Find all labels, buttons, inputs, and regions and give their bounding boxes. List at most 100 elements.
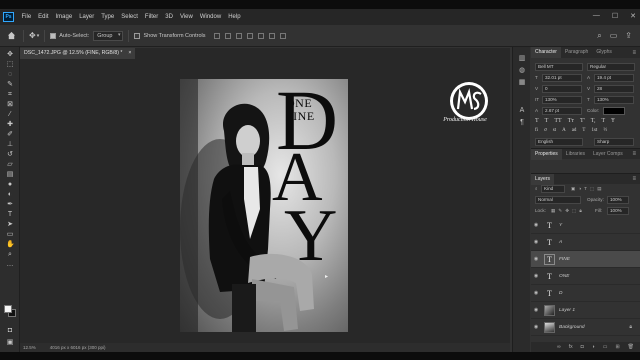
layer-row-background[interactable]: ◉ Background 🔒︎: [531, 319, 640, 336]
close-tab-icon[interactable]: ×: [128, 48, 131, 59]
align-middle-icon[interactable]: [257, 32, 264, 39]
underline-button[interactable]: T: [601, 118, 605, 124]
paragraph-panel-icon[interactable]: ¶: [518, 119, 526, 127]
panel-menu-icon[interactable]: ≡: [632, 176, 636, 182]
new-group-icon[interactable]: ▭: [603, 344, 608, 350]
fractions-button[interactable]: ½: [603, 128, 607, 133]
small-caps-button[interactable]: Tт: [568, 118, 574, 124]
layer-row-a[interactable]: ◉ T A: [531, 234, 640, 251]
fx-icon[interactable]: fx: [569, 344, 573, 350]
workspace-icon[interactable]: ▭: [610, 31, 618, 41]
gradient-tool-icon[interactable]: ▤: [6, 171, 14, 178]
visibility-eye-icon[interactable]: ◉: [531, 290, 541, 296]
lasso-tool-icon[interactable]: ◌: [6, 71, 14, 78]
menu-select[interactable]: Select: [118, 14, 142, 20]
superscript-button[interactable]: T': [580, 118, 585, 124]
link-layers-icon[interactable]: ∞: [557, 344, 561, 350]
blur-tool-icon[interactable]: ●: [6, 181, 14, 188]
history-panel-icon[interactable]: ▥: [518, 55, 526, 63]
font-size-field[interactable]: 32.01 pt: [542, 74, 582, 82]
all-caps-button[interactable]: TT: [554, 118, 561, 124]
delete-layer-icon[interactable]: 🗑︎: [628, 344, 634, 350]
clone-stamp-icon[interactable]: ⊥: [6, 141, 14, 148]
close-icon[interactable]: ✕: [630, 12, 636, 20]
font-style-dropdown[interactable]: Regular: [587, 63, 635, 71]
photoshop-app-icon[interactable]: Ps: [3, 12, 14, 22]
document-canvas[interactable]: ONE FINE D A Y: [180, 79, 348, 332]
eyedropper-tool-icon[interactable]: ⁄: [6, 111, 14, 118]
visibility-eye-icon[interactable]: ◉: [531, 324, 541, 330]
artboard-tool-icon[interactable]: ⬚: [6, 61, 14, 68]
filter-kind-dropdown[interactable]: Kind: [541, 185, 565, 193]
opacity-field[interactable]: 100%: [607, 196, 629, 204]
maximize-icon[interactable]: ☐: [612, 12, 618, 20]
kerning-field[interactable]: 28: [594, 85, 634, 93]
menu-edit[interactable]: Edit: [35, 14, 52, 20]
foreground-color-swatch[interactable]: [4, 305, 12, 313]
pen-tool-icon[interactable]: ✒: [6, 201, 14, 208]
healing-brush-icon[interactable]: ✚: [6, 121, 14, 128]
menu-image[interactable]: Image: [52, 14, 76, 20]
menu-3d[interactable]: 3D: [162, 14, 177, 20]
auto-select-checkbox[interactable]: [50, 32, 57, 39]
leading-field[interactable]: 19.4 pt: [594, 74, 634, 82]
document-tab[interactable]: DSC_1472.JPG @ 12.5% (FINE, RGB/8) * ×: [20, 48, 136, 59]
titling-button[interactable]: T: [582, 128, 585, 133]
add-mask-icon[interactable]: ◘: [581, 344, 584, 350]
vertical-scale-field[interactable]: 130%: [542, 96, 582, 104]
eraser-tool-icon[interactable]: ▱: [6, 161, 14, 168]
horizontal-scale-field[interactable]: 130%: [594, 96, 634, 104]
move-tool-dropdown-icon[interactable]: ▾: [37, 33, 40, 39]
adjustment-layer-icon[interactable]: ◑: [592, 344, 595, 350]
align-bottom-icon[interactable]: [268, 32, 275, 39]
lock-icon[interactable]: 🔒︎: [629, 324, 632, 330]
move-tool-icon[interactable]: ✥: [29, 31, 36, 40]
tab-paragraph[interactable]: Paragraph: [561, 47, 592, 58]
tab-character[interactable]: Character: [531, 47, 561, 58]
visibility-eye-icon[interactable]: ◉: [531, 256, 541, 262]
align-right-icon[interactable]: [235, 32, 242, 39]
discretionary-ligature-button[interactable]: st: [553, 128, 556, 133]
new-layer-icon[interactable]: ⊞: [615, 344, 619, 350]
faux-bold-button[interactable]: T: [535, 118, 539, 124]
panel-menu-icon[interactable]: ≡: [632, 50, 636, 56]
faux-italic-button[interactable]: T: [545, 118, 549, 124]
visibility-eye-icon[interactable]: ◉: [531, 307, 541, 313]
crop-tool-icon[interactable]: ⌗: [6, 91, 14, 98]
share-icon[interactable]: ⇪: [625, 31, 632, 41]
visibility-eye-icon[interactable]: ◉: [531, 239, 541, 245]
home-icon[interactable]: [4, 29, 18, 43]
menu-window[interactable]: Window: [196, 14, 224, 20]
subscript-button[interactable]: T,: [591, 118, 596, 124]
panel-menu-icon[interactable]: ≡: [632, 151, 636, 157]
layer-row-d[interactable]: ◉ T D: [531, 285, 640, 302]
text-color-swatch[interactable]: [603, 107, 625, 115]
move-tool-icon[interactable]: ✥: [6, 51, 14, 58]
dodge-tool-icon[interactable]: ◐: [6, 191, 14, 198]
frame-tool-icon[interactable]: ⊠: [6, 101, 14, 108]
transform-controls-checkbox[interactable]: [134, 32, 141, 39]
layer-row-fine[interactable]: ◉ T FINE: [531, 251, 640, 268]
search-icon[interactable]: ⌕: [597, 31, 601, 41]
menu-type[interactable]: Type: [98, 14, 118, 20]
lock-icons[interactable]: ▦✎✥⬚🔒︎: [551, 208, 585, 214]
screen-mode-icon[interactable]: ▣: [6, 339, 14, 346]
menu-help[interactable]: Help: [225, 14, 244, 20]
tab-properties[interactable]: Properties: [531, 148, 562, 160]
strikethrough-button[interactable]: Ŧ: [611, 118, 615, 124]
old-style-button[interactable]: ơ: [544, 128, 547, 133]
font-family-dropdown[interactable]: Bell MT: [535, 63, 583, 71]
brush-tool-icon[interactable]: ✐: [6, 131, 14, 138]
tab-layers[interactable]: Layers: [531, 173, 555, 185]
menu-layer[interactable]: Layer: [76, 14, 98, 20]
quick-select-tool-icon[interactable]: ✎: [6, 81, 14, 88]
baseline-shift-field[interactable]: 2.67 pt: [542, 107, 582, 115]
fill-field[interactable]: 100%: [607, 207, 629, 215]
align-top-icon[interactable]: [246, 32, 253, 39]
tracking-field[interactable]: 0: [542, 85, 582, 93]
blend-mode-dropdown[interactable]: Normal: [535, 196, 581, 204]
tab-libraries[interactable]: Libraries: [562, 149, 589, 160]
character-panel-icon[interactable]: A: [518, 107, 526, 115]
layer-row-y[interactable]: ◉ T Y: [531, 217, 640, 234]
quick-mask-icon[interactable]: ◘: [6, 327, 14, 334]
